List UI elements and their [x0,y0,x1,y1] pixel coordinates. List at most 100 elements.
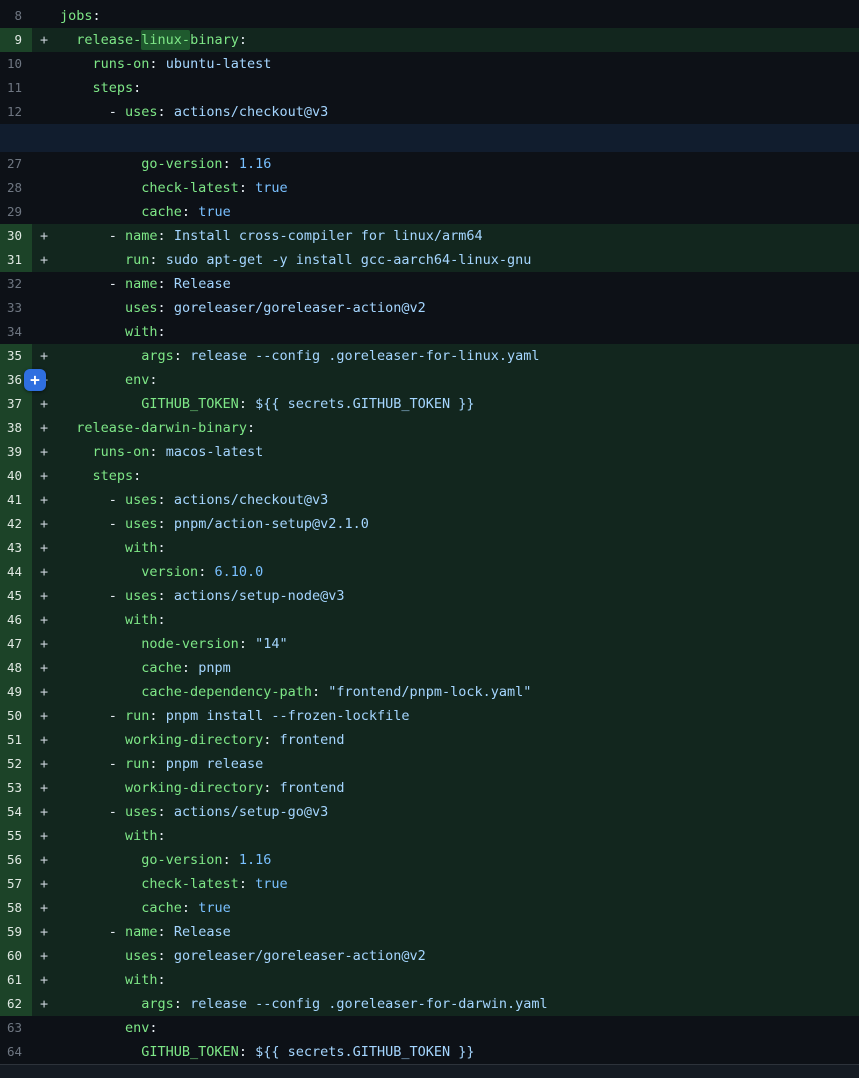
code-token: : [133,80,141,96]
diff-line-9: 9+ release-linux-binary: [0,28,859,52]
diff-marker: + [32,920,60,944]
line-number[interactable]: 31 [0,248,32,272]
line-number[interactable]: 27 [0,152,32,176]
code-token [60,948,125,964]
line-number[interactable]: 55 [0,824,32,848]
diff-line-40: 40+ steps: [0,464,859,488]
line-number[interactable]: 42 [0,512,32,536]
line-number[interactable]: 51 [0,728,32,752]
code-token: name [125,924,158,940]
diff-line-11: 11 steps: [0,76,859,100]
code-token: args [141,996,174,1012]
line-number[interactable]: 29 [0,200,32,224]
line-number[interactable]: 34 [0,320,32,344]
line-number[interactable]: 41 [0,488,32,512]
line-number[interactable]: 40 [0,464,32,488]
code-token [60,900,141,916]
line-number[interactable]: 32 [0,272,32,296]
line-number[interactable]: 47 [0,632,32,656]
code-token [60,660,141,676]
line-number[interactable]: 12 [0,100,32,124]
code-token: : [158,924,174,940]
line-number[interactable]: 58 [0,896,32,920]
code-token: : [158,104,174,120]
line-number[interactable]: 45 [0,584,32,608]
line-number[interactable]: 56 [0,848,32,872]
code-line: uses: goreleaser/goreleaser-action@v2 [60,296,859,320]
line-number[interactable]: 59 [0,920,32,944]
diff-line-36: 36+ env:+ [0,368,859,392]
code-token: - [60,804,125,820]
code-token: true [255,876,288,892]
code-line: - uses: actions/checkout@v3 [60,488,859,512]
code-token: with [125,540,158,556]
line-number[interactable]: 48 [0,656,32,680]
diff-marker [32,100,60,124]
code-line: GITHUB_TOKEN: ${{ secrets.GITHUB_TOKEN }… [60,392,859,416]
line-number[interactable]: 35 [0,344,32,368]
diff-bottom-edge [0,1064,859,1078]
line-number[interactable]: 8 [0,4,32,28]
line-number[interactable]: 60 [0,944,32,968]
line-number[interactable]: 30 [0,224,32,248]
code-token: - [60,228,125,244]
diff-marker: + [32,848,60,872]
code-token [60,252,125,268]
diff-line-45: 45+ - uses: actions/setup-node@v3 [0,584,859,608]
code-line: with: [60,536,859,560]
line-number[interactable]: 43 [0,536,32,560]
line-number[interactable]: 50 [0,704,32,728]
code-line: - name: Release [60,272,859,296]
line-number[interactable]: 37 [0,392,32,416]
code-token: actions/setup-node@v3 [174,588,345,604]
line-number[interactable]: 63 [0,1016,32,1040]
line-number[interactable]: 46 [0,608,32,632]
add-line-comment-button[interactable]: + [24,369,46,391]
code-token: ${{ secrets.GITHUB_TOKEN }} [255,396,474,412]
line-number[interactable]: 62 [0,992,32,1016]
line-number[interactable]: 57 [0,872,32,896]
word-diff-highlight: linux- [141,30,190,50]
diff-line-29: 29 cache: true [0,200,859,224]
diff-line-59: 59+ - name: Release [0,920,859,944]
code-line: cache: true [60,200,859,224]
line-number[interactable]: 11 [0,76,32,100]
code-token: - [60,516,125,532]
code-token: 1.16 [239,852,272,868]
code-token: env [125,372,149,388]
line-number[interactable]: 9 [0,28,32,52]
code-token: check-latest [141,180,239,196]
code-token: : [223,852,239,868]
code-token: release- [76,32,141,48]
line-number[interactable]: 64 [0,1040,32,1064]
code-token [60,204,141,220]
code-token: cache-dependency-path [141,684,312,700]
code-token: working-directory [125,780,263,796]
code-token: : [174,348,190,364]
diff-file-view: 8jobs:9+ release-linux-binary:10 runs-on… [0,0,859,1078]
code-token: goreleaser/goreleaser-action@v2 [174,300,426,316]
code-token [60,876,141,892]
line-number[interactable]: 54 [0,800,32,824]
line-number[interactable]: 28 [0,176,32,200]
code-line: with: [60,968,859,992]
diff-marker: + [32,824,60,848]
code-token: release --config .goreleaser-for-darwin.… [190,996,548,1012]
diff-marker [32,200,60,224]
line-number[interactable]: 44 [0,560,32,584]
code-token: : [247,420,255,436]
code-line: env: [60,368,859,392]
line-number[interactable]: 10 [0,52,32,76]
line-number[interactable]: 53 [0,776,32,800]
code-token: - [60,588,125,604]
code-token [60,468,93,484]
line-number[interactable]: 39 [0,440,32,464]
code-line: go-version: 1.16 [60,152,859,176]
line-number[interactable]: 38 [0,416,32,440]
expand-hidden-lines-row[interactable] [0,124,859,152]
line-number[interactable]: 33 [0,296,32,320]
line-number[interactable]: 52 [0,752,32,776]
line-number[interactable]: 61 [0,968,32,992]
code-token: run [125,708,149,724]
line-number[interactable]: 49 [0,680,32,704]
